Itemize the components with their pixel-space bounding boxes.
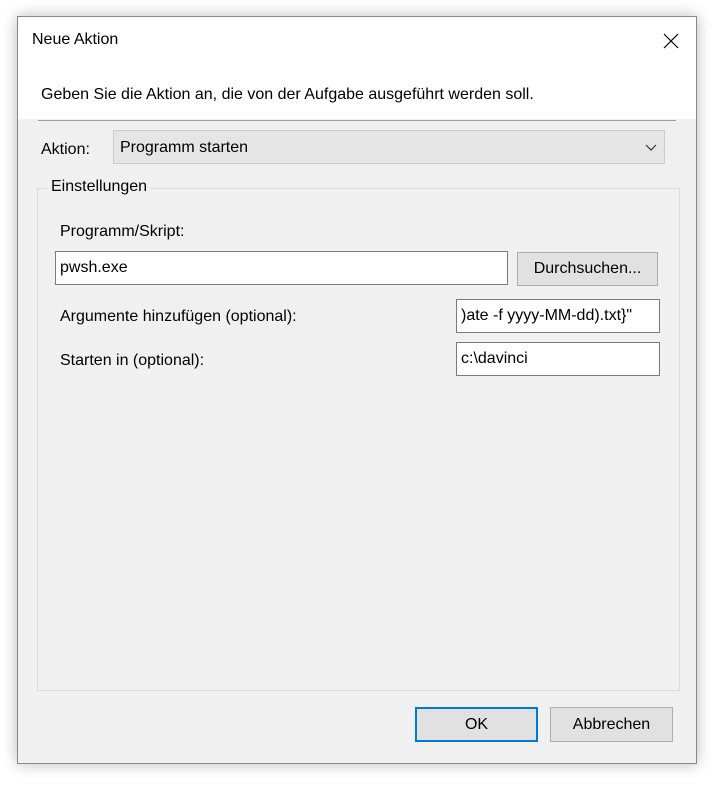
action-label: Aktion: — [41, 141, 90, 158]
close-button[interactable] — [646, 17, 696, 64]
dialog-window: Neue Aktion Geben Sie die Aktion an, die… — [17, 16, 697, 764]
startin-label: Starten in (optional): — [60, 352, 205, 369]
action-select[interactable]: Programm starten — [113, 130, 665, 164]
browse-button[interactable]: Durchsuchen... — [517, 252, 658, 286]
arguments-label: Argumente hinzufügen (optional): — [60, 308, 297, 325]
dialog-header: Geben Sie die Aktion an, die von der Auf… — [18, 64, 696, 119]
cancel-button[interactable]: Abbrechen — [550, 707, 673, 742]
title-bar: Neue Aktion — [18, 17, 696, 64]
settings-group-label: Einstellungen — [47, 178, 152, 196]
program-input[interactable]: pwsh.exe — [55, 251, 508, 285]
close-icon — [663, 33, 679, 48]
arguments-input[interactable]: )ate -f yyyy-MM-dd).txt}" — [456, 299, 660, 333]
window-title: Neue Aktion — [32, 31, 119, 48]
instruction-text: Geben Sie die Aktion an, die von der Auf… — [41, 86, 534, 103]
ok-button[interactable]: OK — [415, 707, 538, 742]
chevron-down-icon — [645, 144, 657, 151]
program-label: Programm/Skript: — [60, 223, 185, 240]
startin-input[interactable]: c:\davinci — [456, 342, 660, 376]
action-select-value: Programm starten — [120, 139, 249, 156]
header-separator — [38, 120, 676, 121]
